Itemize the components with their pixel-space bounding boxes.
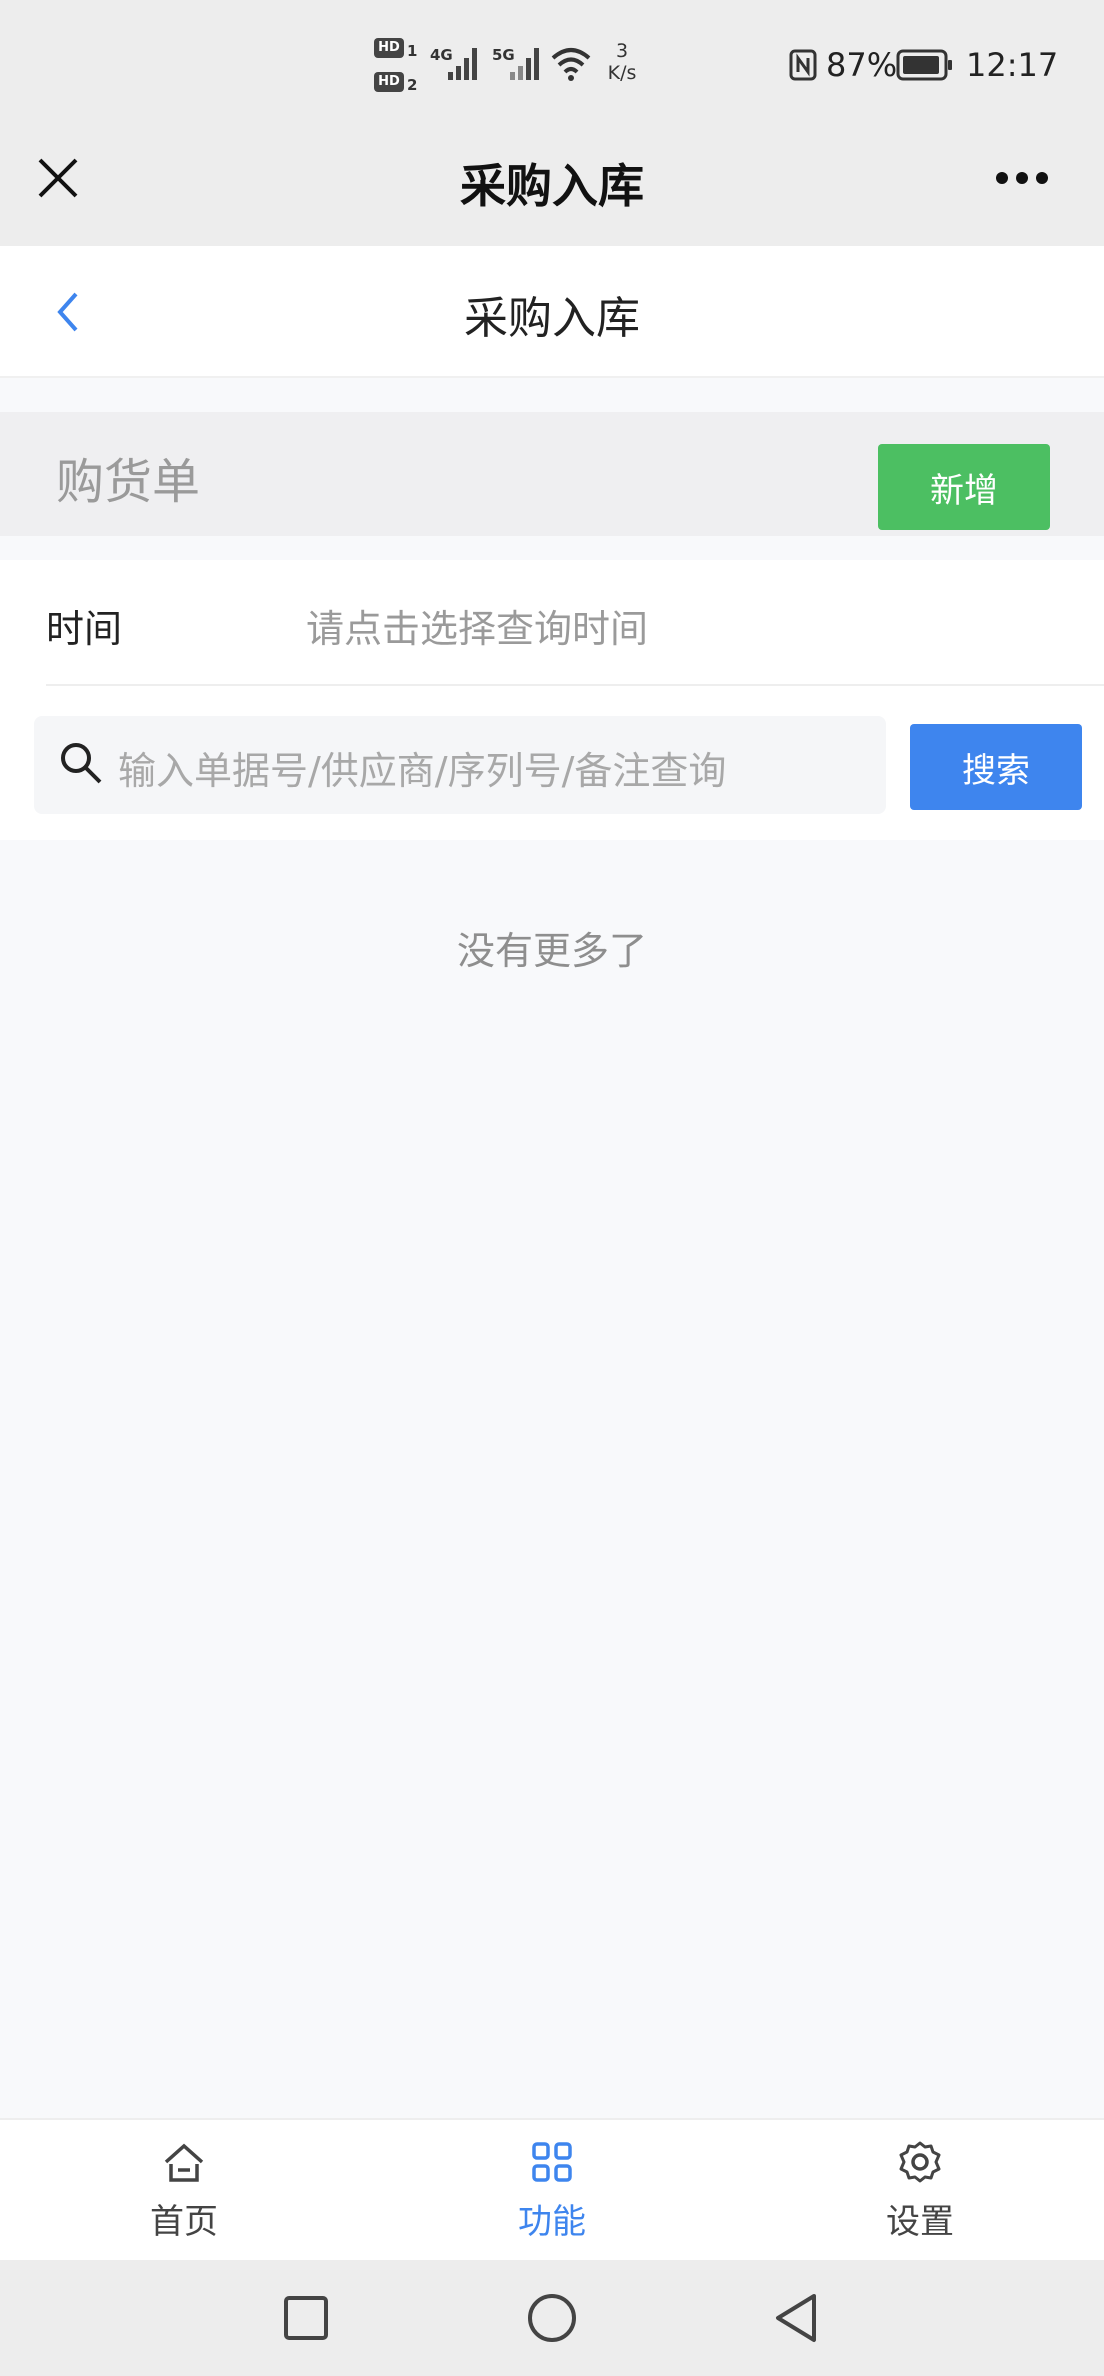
divider xyxy=(46,684,1104,686)
time-picker[interactable]: 请点击选择查询时间 xyxy=(306,598,648,653)
recent-apps-icon[interactable] xyxy=(282,2294,330,2342)
battery-icon xyxy=(896,49,952,81)
hd2-sub: 2 xyxy=(407,76,418,94)
empty-list-message: 没有更多了 xyxy=(456,929,647,973)
more-options-icon[interactable] xyxy=(994,166,1050,190)
tab-functions-label: 功能 xyxy=(518,2202,586,2242)
hd1-sub: 1 xyxy=(407,42,418,60)
page-title: 采购入库 xyxy=(464,293,640,344)
wifi-icon xyxy=(551,48,591,81)
search-icon xyxy=(61,743,102,784)
search-button[interactable]: 搜索 xyxy=(910,724,1082,810)
tab-settings-label: 设置 xyxy=(886,2202,954,2242)
nfc-icon xyxy=(789,49,817,81)
grid-icon xyxy=(532,2142,572,2182)
signal-1-icon xyxy=(448,48,477,80)
network-speed: 3 K/s xyxy=(600,40,644,84)
tab-settings[interactable]: 设置 xyxy=(820,2130,1020,2250)
back-triangle-icon[interactable] xyxy=(772,2292,820,2344)
clock: 12:17 xyxy=(966,46,1059,84)
battery-percent: 87% xyxy=(826,46,898,84)
tab-home[interactable]: 首页 xyxy=(84,2130,284,2250)
signal-2-icon xyxy=(510,48,539,80)
section-title: 购货单 xyxy=(56,454,201,510)
home-circle-icon[interactable] xyxy=(526,2292,578,2344)
tab-functions[interactable]: 功能 xyxy=(452,2130,652,2250)
gear-icon xyxy=(899,2141,941,2183)
search-placeholder: 输入单据号/供应商/序列号/备注查询 xyxy=(118,749,727,793)
time-label: 时间 xyxy=(46,607,123,651)
wechat-title: 采购入库 xyxy=(460,159,644,213)
add-button[interactable]: 新增 xyxy=(878,444,1050,530)
hd-badges: HD 1 HD 2 xyxy=(374,38,422,94)
hd2-badge: HD xyxy=(374,72,404,92)
speed-unit: K/s xyxy=(607,62,637,84)
home-icon xyxy=(164,2143,204,2182)
speed-value: 3 xyxy=(615,40,629,62)
hd1-badge: HD xyxy=(374,38,404,58)
tab-home-label: 首页 xyxy=(150,2202,218,2242)
